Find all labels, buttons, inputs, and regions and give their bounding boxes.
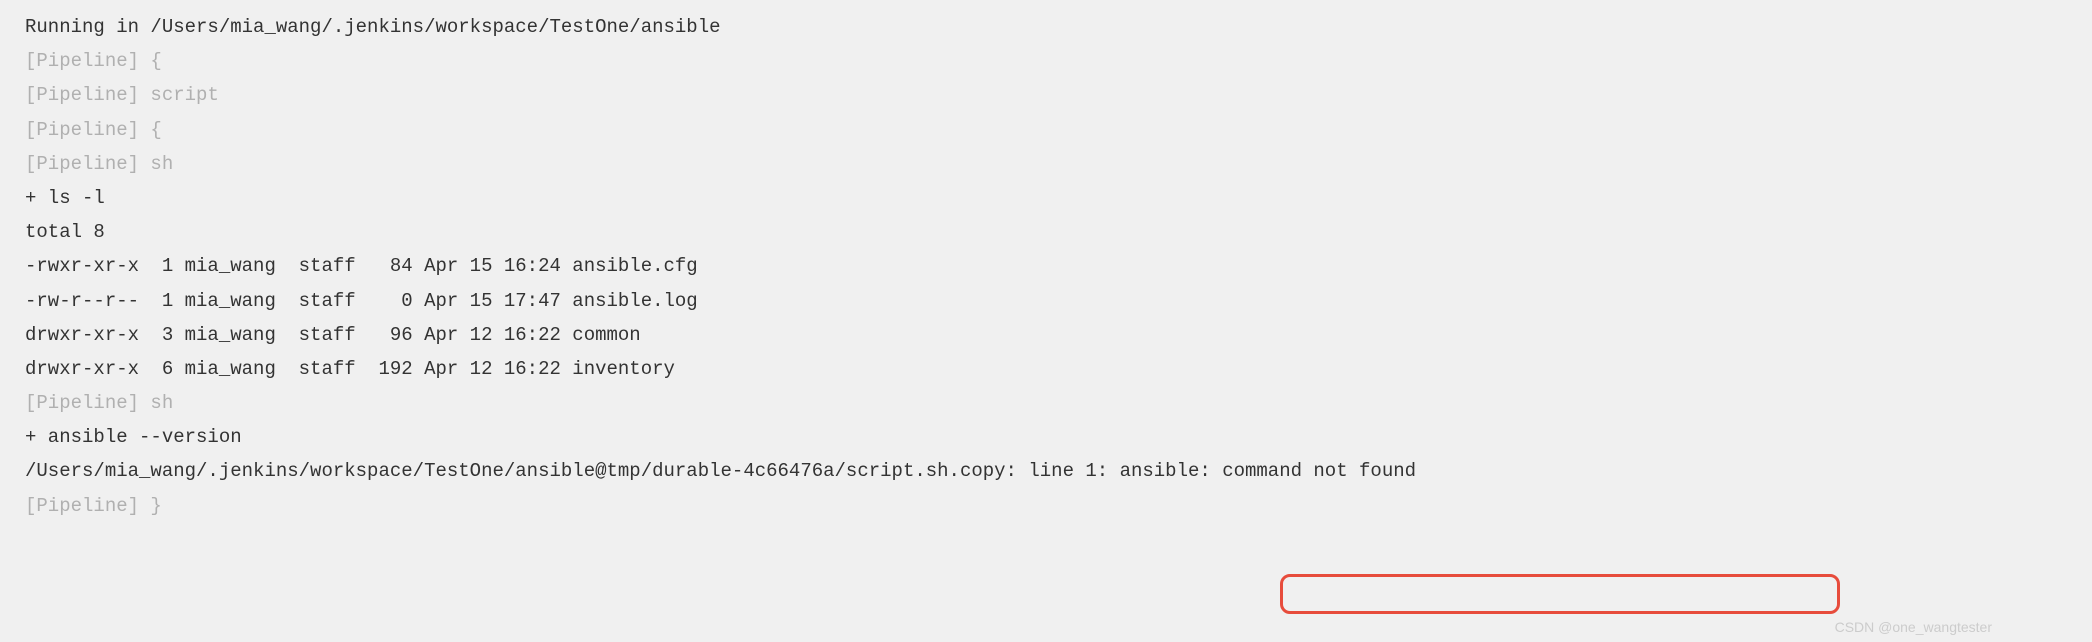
- error-highlight-box: [1280, 574, 1840, 614]
- console-line: [Pipeline] script: [25, 78, 2067, 112]
- console-line: [Pipeline] }: [25, 489, 2067, 523]
- pipeline-marker: [Pipeline]: [25, 119, 139, 141]
- pipeline-marker: [Pipeline]: [25, 153, 139, 175]
- pipeline-marker: [Pipeline]: [25, 84, 139, 106]
- console-line: [Pipeline] sh: [25, 386, 2067, 420]
- pipeline-marker: [Pipeline]: [25, 50, 139, 72]
- console-line: + ls -l: [25, 181, 2067, 215]
- pipeline-marker: [Pipeline]: [25, 392, 139, 414]
- console-line: + ansible --version: [25, 420, 2067, 454]
- console-line: drwxr-xr-x 6 mia_wang staff 192 Apr 12 1…: [25, 352, 2067, 386]
- pipeline-marker: [Pipeline]: [25, 495, 139, 517]
- console-line: [Pipeline] {: [25, 113, 2067, 147]
- console-line: Running in /Users/mia_wang/.jenkins/work…: [25, 10, 2067, 44]
- console-output: Running in /Users/mia_wang/.jenkins/work…: [25, 10, 2067, 523]
- console-line: total 8: [25, 215, 2067, 249]
- console-line: -rwxr-xr-x 1 mia_wang staff 84 Apr 15 16…: [25, 249, 2067, 283]
- console-line: -rw-r--r-- 1 mia_wang staff 0 Apr 15 17:…: [25, 284, 2067, 318]
- console-line-error: /Users/mia_wang/.jenkins/workspace/TestO…: [25, 454, 2067, 488]
- console-line: drwxr-xr-x 3 mia_wang staff 96 Apr 12 16…: [25, 318, 2067, 352]
- pipeline-text: script: [139, 84, 219, 106]
- watermark-text: CSDN @one_wangtester: [1835, 615, 1992, 640]
- pipeline-text: sh: [139, 153, 173, 175]
- pipeline-text: sh: [139, 392, 173, 414]
- pipeline-text: }: [139, 495, 162, 517]
- console-line: [Pipeline] sh: [25, 147, 2067, 181]
- pipeline-text: {: [139, 50, 162, 72]
- pipeline-text: {: [139, 119, 162, 141]
- console-line: [Pipeline] {: [25, 44, 2067, 78]
